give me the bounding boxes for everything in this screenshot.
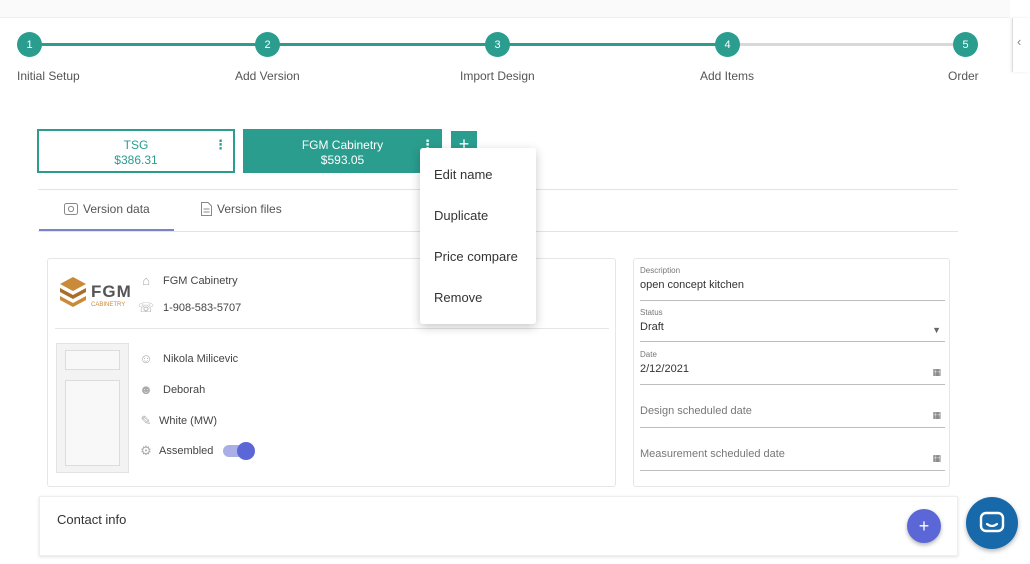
version-details-form: Description open concept kitchen Status … [633, 258, 950, 487]
step-5-label: Order [948, 69, 979, 83]
cabinet-door-image [56, 343, 129, 473]
fgm-logo-mark-icon [60, 277, 86, 307]
menu-item-duplicate[interactable]: Duplicate [420, 199, 536, 240]
status-label: Status [640, 308, 663, 317]
assembled-row: ⚙ Assembled [137, 442, 256, 460]
logo-text: FGM [91, 282, 132, 301]
tab-label: Version data [83, 202, 150, 216]
company-row: ⌂ FGM Cabinetry [137, 273, 238, 288]
top-bar [0, 0, 1010, 18]
date-label: Date [640, 350, 657, 359]
stepper-line-completed [30, 43, 728, 46]
calendar-icon[interactable]: ▦ [932, 453, 941, 464]
finish-row: ✎ White (MW) [137, 413, 218, 429]
version-name: TSG [123, 138, 149, 152]
customer-name: Deborah [163, 383, 206, 396]
step-1-label: Initial Setup [17, 69, 80, 83]
stepper-line-pending [728, 43, 966, 46]
version-options-menu: Edit name Duplicate Price compare Remove [420, 148, 536, 324]
phone-row: ☏ 1-908-583-5707 [137, 300, 241, 316]
description-input[interactable]: open concept kitchen [640, 279, 945, 295]
measurement-date-placeholder[interactable]: Measurement scheduled date [640, 448, 945, 464]
assembled-label: Assembled [159, 445, 214, 457]
version-card-fgm-cabinetry[interactable]: FGM Cabinetry $593.05 ⋮ [243, 129, 442, 173]
chevron-left-icon: ‹ [1017, 34, 1022, 49]
step-3-label: Import Design [460, 69, 535, 83]
customer-icon: ☻ [139, 382, 153, 397]
description-field[interactable]: Description open concept kitchen [640, 266, 945, 301]
calendar-icon[interactable]: ▦ [932, 410, 941, 421]
menu-item-remove[interactable]: Remove [420, 281, 536, 322]
date-input[interactable]: 2/12/2021 [640, 363, 945, 379]
status-value[interactable]: Draft [640, 321, 945, 337]
company-name: FGM Cabinetry [163, 274, 238, 287]
status-select[interactable]: Status Draft ▼ [640, 308, 945, 342]
version-card-tsg[interactable]: TSG $386.31 ⋮ [37, 129, 235, 173]
add-contact-button[interactable]: + [907, 509, 941, 543]
design-date-field[interactable]: Design scheduled date ▦ [640, 405, 945, 428]
home-icon: ⌂ [142, 273, 150, 288]
chat-icon [979, 511, 1005, 533]
version-price: $386.31 [114, 153, 158, 167]
phone-icon: ☏ [137, 300, 155, 315]
designer-name: Nikola Milicevic [163, 352, 239, 365]
menu-item-edit-name[interactable]: Edit name [420, 158, 536, 199]
calendar-icon[interactable]: ▦ [932, 367, 941, 378]
chat-launcher-button[interactable] [966, 497, 1018, 549]
dropdown-arrow-icon[interactable]: ▼ [932, 325, 941, 335]
file-icon [201, 202, 212, 216]
brush-icon: ✎ [140, 413, 152, 428]
step-5-dot[interactable]: 5 [953, 32, 978, 57]
design-date-placeholder[interactable]: Design scheduled date [640, 405, 945, 421]
assembled-toggle[interactable] [223, 442, 256, 460]
step-1-dot[interactable]: 1 [17, 32, 42, 57]
step-2-dot[interactable]: 2 [255, 32, 280, 57]
customer-row: ☻ Deborah [137, 382, 205, 397]
tab-version-data[interactable]: Version data [64, 202, 150, 216]
collapse-panel-handle[interactable]: ‹ [1012, 18, 1030, 72]
step-3-dot[interactable]: 3 [485, 32, 510, 57]
tab-version-files[interactable]: Version files [201, 202, 282, 216]
designer-row: ☺ Nikola Milicevic [137, 351, 238, 366]
step-4-dot[interactable]: 4 [715, 32, 740, 57]
finish-value: White (MW) [159, 415, 218, 427]
gear-icon: ⚙ [140, 443, 152, 458]
measurement-date-field[interactable]: Measurement scheduled date ▦ [640, 448, 945, 471]
person-icon: ☺ [139, 351, 153, 366]
progress-stepper: 1 2 3 4 5 Initial Setup Add Version Impo… [0, 30, 1000, 90]
kebab-menu-icon[interactable]: ⋮ [214, 137, 227, 152]
version-price: $593.05 [320, 153, 365, 167]
menu-item-price-compare[interactable]: Price compare [420, 240, 536, 281]
brand-logo: FGM CABINETRY [58, 275, 132, 309]
step-2-label: Add Version [235, 69, 300, 83]
version-name: FGM Cabinetry [301, 138, 384, 152]
divider [55, 328, 609, 329]
contact-info-title: Contact info [57, 512, 127, 527]
version-data-icon [64, 203, 78, 215]
date-field[interactable]: Date 2/12/2021 ▦ [640, 350, 945, 385]
contact-info-section: Contact info [39, 496, 958, 556]
logo-subtext: CABINETRY [91, 302, 126, 308]
step-4-label: Add Items [700, 69, 755, 83]
tab-label: Version files [217, 202, 282, 216]
phone-number: 1-908-583-5707 [163, 302, 242, 314]
description-label: Description [640, 266, 681, 275]
